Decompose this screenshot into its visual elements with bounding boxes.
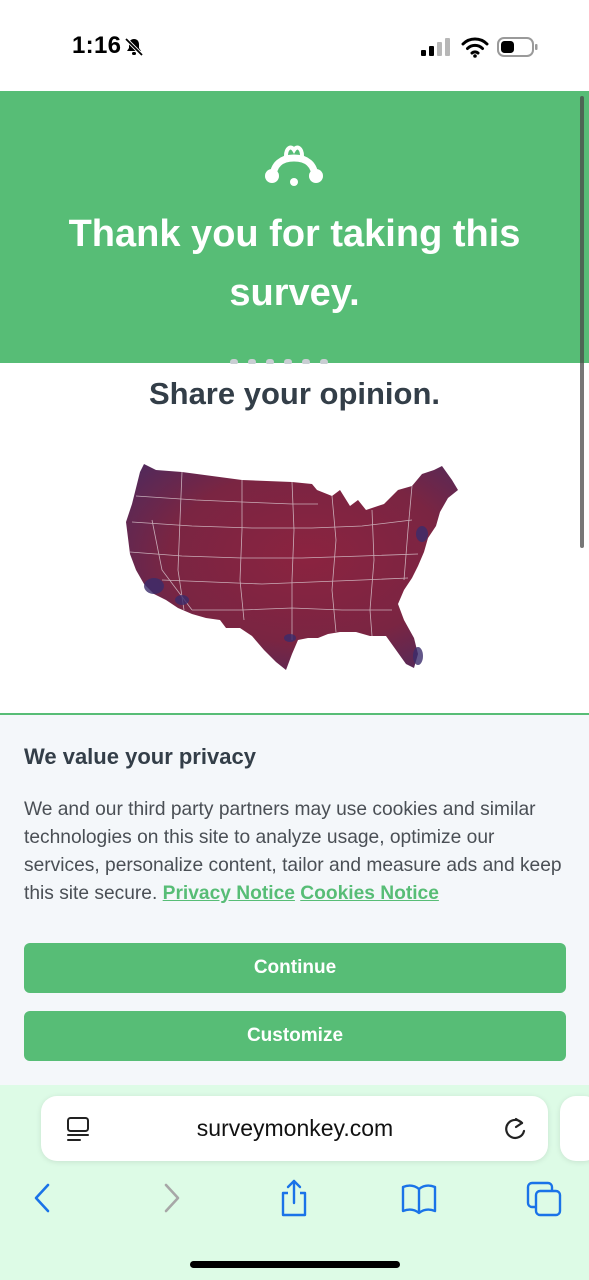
reader-icon[interactable] [66, 1116, 90, 1142]
continue-button[interactable]: Continue [24, 943, 566, 993]
privacy-notice-link[interactable]: Privacy Notice [163, 883, 295, 904]
status-time: 1:16 [72, 32, 122, 59]
bell-muted-icon [124, 37, 144, 57]
privacy-heading: We value your privacy [24, 744, 256, 769]
wifi-icon [461, 37, 489, 58]
battery-icon [497, 37, 538, 57]
us-map-image [126, 464, 458, 670]
page-headline: Share your opinion. [148, 376, 441, 411]
forward-icon[interactable] [152, 1179, 188, 1217]
thank-you-title: Thank you for taking this survey. [68, 213, 521, 314]
tabs-icon[interactable] [526, 1179, 562, 1217]
url-text[interactable]: surveymonkey.com [110, 1115, 480, 1142]
home-indicator [190, 1261, 400, 1268]
next-tab-preview[interactable] [560, 1096, 589, 1161]
back-icon[interactable] [26, 1179, 62, 1217]
scrollbar[interactable] [580, 96, 584, 548]
privacy-body: We and our third party partners may use … [24, 796, 569, 908]
status-bar: 1:16 [0, 0, 589, 90]
obscured-text [230, 352, 350, 364]
cookies-notice-link[interactable]: Cookies Notice [300, 883, 439, 904]
surveymonkey-logo-icon [265, 145, 323, 186]
share-icon[interactable] [276, 1179, 312, 1217]
customize-button[interactable]: Customize [24, 1011, 566, 1061]
reload-icon[interactable] [502, 1115, 528, 1143]
bookmarks-icon[interactable] [401, 1179, 437, 1217]
cellular-signal-icon [421, 38, 450, 56]
